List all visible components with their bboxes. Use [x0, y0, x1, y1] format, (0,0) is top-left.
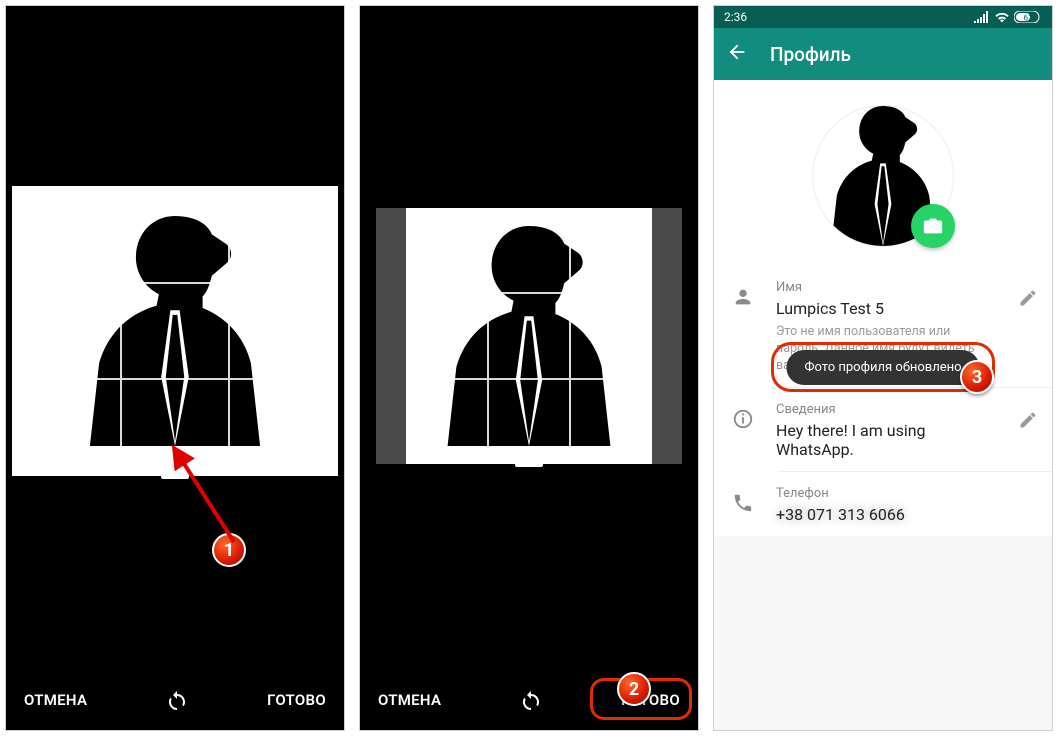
- signal-icon: [974, 11, 990, 23]
- avatar-section: [714, 80, 1052, 266]
- back-button[interactable]: [726, 41, 748, 68]
- crop-editor-zoomed: ОТМЕНА ГОТОВО: [359, 5, 699, 731]
- about-value: Hey there! I am using WhatsApp.: [776, 421, 998, 459]
- profile-list: Имя Lumpics Test 5 Это не имя пользовате…: [714, 266, 1052, 536]
- pencil-icon: [1018, 410, 1038, 430]
- done-button[interactable]: ГОТОВО: [267, 691, 326, 709]
- android-status-bar: 2:36 61: [714, 6, 1052, 28]
- cancel-button[interactable]: ОТМЕНА: [24, 691, 87, 709]
- phone-icon: [732, 492, 754, 514]
- crop-image[interactable]: [376, 208, 682, 464]
- name-value: Lumpics Test 5: [776, 299, 998, 318]
- wifi-icon: [994, 11, 1010, 23]
- crop-grid: [12, 186, 338, 476]
- rotate-icon: [519, 688, 543, 712]
- info-icon: [732, 408, 754, 430]
- annotation-arrow: [164, 442, 254, 552]
- phone-value: +38 071 313 6066: [776, 505, 1038, 524]
- crop-editor-initial: ОТМЕНА ГОТОВО: [5, 5, 345, 731]
- row-phone[interactable]: Телефон +38 071 313 6066: [714, 472, 1052, 536]
- app-bar: Профиль: [714, 28, 1052, 80]
- edit-about-button[interactable]: [1018, 402, 1038, 434]
- crop-image[interactable]: [12, 186, 338, 476]
- crop-handle-bottom[interactable]: [515, 462, 543, 467]
- crop-canvas[interactable]: [360, 191, 698, 481]
- change-photo-button[interactable]: [911, 204, 955, 248]
- name-label: Имя: [776, 280, 998, 295]
- svg-text:61: 61: [1024, 14, 1033, 23]
- arrow-back-icon: [726, 41, 748, 63]
- crop-toolbar: ОТМЕНА ГОТОВО: [6, 670, 344, 730]
- crop-mask: [652, 208, 682, 464]
- app-bar-title: Профиль: [770, 43, 851, 66]
- rotate-button[interactable]: [517, 686, 545, 714]
- row-about[interactable]: Сведения Hey there! I am using WhatsApp.: [714, 388, 1052, 471]
- camera-icon: [922, 215, 944, 237]
- status-time: 2:36: [724, 10, 747, 24]
- crop-canvas[interactable]: [6, 176, 344, 486]
- pencil-icon: [1018, 288, 1038, 308]
- battery-icon: 61: [1014, 11, 1042, 23]
- edit-name-button[interactable]: [1018, 280, 1038, 312]
- step-badge-2: 2: [617, 672, 651, 706]
- step-badge-3: 3: [960, 360, 994, 394]
- rotate-button[interactable]: [163, 686, 191, 714]
- profile-screen: 2:36 61 Профиль: [713, 5, 1053, 731]
- crop-grid: [406, 208, 652, 464]
- crop-mask: [376, 208, 406, 464]
- person-icon: [732, 286, 754, 308]
- cancel-button[interactable]: ОТМЕНА: [378, 691, 441, 709]
- rotate-icon: [165, 688, 189, 712]
- phone-label: Телефон: [776, 486, 1038, 501]
- about-label: Сведения: [776, 402, 998, 417]
